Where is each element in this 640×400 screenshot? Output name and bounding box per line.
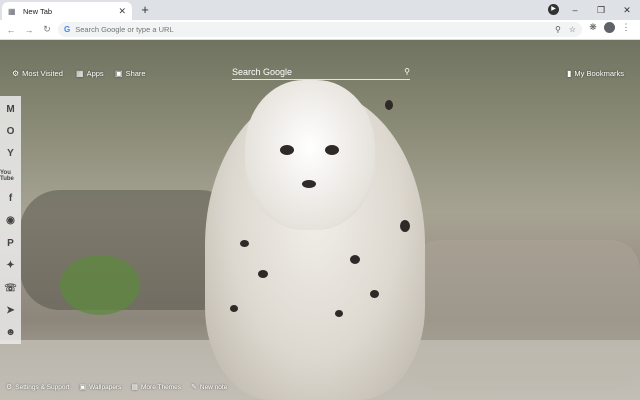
share-link[interactable]: ▣ Share — [115, 69, 146, 78]
minimize-button[interactable]: – — [562, 5, 588, 15]
apps-grid-icon: ▦ — [76, 69, 84, 78]
wallpaper-icon: ▣ — [79, 384, 87, 391]
back-icon[interactable]: ← — [2, 25, 20, 35]
pinterest-icon[interactable]: P — [0, 232, 21, 254]
window-controls: – ❐ ✕ — [562, 0, 640, 20]
leopard-spot — [240, 240, 249, 247]
forward-icon[interactable]: → — [20, 25, 38, 35]
wallpaper-background — [0, 40, 640, 400]
themes-icon: ▦ — [131, 384, 139, 391]
browser-toolbar: ← → ↻ G ⚲ ☆ ❋ ⋮ — [0, 20, 640, 40]
twitter-icon[interactable]: ✦ — [0, 255, 21, 277]
telegram-icon[interactable]: ➤ — [0, 299, 21, 321]
wallpapers-label: Wallpapers — [89, 383, 122, 391]
profile-icon[interactable] — [604, 22, 615, 33]
settings-label: Settings & Support — [15, 383, 70, 391]
leopard-spot — [370, 290, 379, 298]
yahoo-icon[interactable]: Y — [0, 143, 21, 165]
zoom-icon[interactable]: ⚲ — [555, 25, 561, 34]
omnibox[interactable]: G ⚲ ☆ — [58, 22, 582, 37]
note-icon: ✎ — [191, 384, 197, 391]
wallpapers-button[interactable]: ▣ Wallpapers — [79, 383, 122, 392]
new-note-label: New note — [199, 383, 228, 391]
new-note-button[interactable]: ✎ New note — [191, 383, 228, 392]
tab-title: New Tab — [23, 6, 53, 16]
plant-shape — [60, 255, 140, 315]
restore-button[interactable]: ❐ — [588, 5, 614, 16]
leopard-spot — [385, 100, 393, 110]
youtube-icon[interactable]: You Tube — [0, 165, 21, 187]
apps-label: Apps — [86, 69, 104, 78]
star-icon[interactable]: ☆ — [569, 25, 576, 34]
share-label: Share — [125, 69, 146, 78]
search-icon[interactable]: ⚲ — [404, 67, 410, 76]
leopard-spot — [335, 310, 343, 317]
share-icon: ▣ — [115, 69, 123, 78]
bookmarks-link[interactable]: ▮ My Bookmarks — [567, 69, 624, 78]
reload-icon[interactable]: ↻ — [38, 24, 56, 35]
menu-icon[interactable]: ⋮ — [618, 22, 634, 33]
leopard-eye — [325, 145, 339, 155]
leopard-spot — [258, 270, 268, 278]
leopard-spot — [350, 255, 360, 264]
leopard-spot — [400, 220, 410, 232]
leopard-eye — [280, 145, 294, 155]
new-tab-icon: ▦ — [8, 6, 16, 16]
new-tab-button[interactable]: + — [138, 3, 152, 17]
apps-link[interactable]: ▦ Apps — [76, 69, 104, 78]
search-box[interactable]: ⚲ — [232, 64, 410, 80]
snow-leopard-head — [245, 80, 375, 230]
reddit-icon[interactable]: ☻ — [0, 322, 21, 344]
whatsapp-icon[interactable]: ☏ — [0, 277, 21, 299]
social-sidebar: M O Y You Tube f ◉ P ✦ ☏ ➤ ☻ — [0, 96, 21, 344]
close-tab-icon[interactable]: ✕ — [118, 6, 126, 17]
google-icon: G — [64, 25, 71, 34]
gmail-icon[interactable]: M — [0, 98, 21, 120]
search-input[interactable] — [232, 66, 405, 77]
settings-support-button[interactable]: ⚙ Settings & Support — [6, 383, 70, 392]
gear-icon: ⚙ — [6, 384, 13, 391]
bottom-bar: ⚙ Settings & Support ▣ Wallpapers ▦ More… — [6, 383, 237, 392]
facebook-icon[interactable]: f — [0, 187, 21, 209]
tab-new-tab[interactable]: ▦ New Tab ✕ — [2, 2, 132, 20]
more-themes-button[interactable]: ▦ More Themes — [131, 383, 181, 392]
close-window-button[interactable]: ✕ — [614, 5, 640, 16]
media-control-icon[interactable]: ▶ — [548, 4, 559, 15]
more-themes-label: More Themes — [141, 383, 181, 391]
most-visited-icon: ⚙ — [12, 69, 20, 78]
tab-strip: ▦ New Tab ✕ + ▶ – ❐ ✕ — [0, 0, 640, 20]
bookmark-icon: ▮ — [567, 69, 572, 78]
omnibox-input[interactable] — [75, 25, 547, 34]
bookmarks-label: My Bookmarks — [574, 69, 624, 78]
toolbar-right: ❋ ⋮ — [585, 22, 634, 33]
leopard-nose — [302, 180, 316, 188]
most-visited-label: Most Visited — [22, 69, 63, 78]
outlook-icon[interactable]: O — [0, 120, 21, 142]
instagram-icon[interactable]: ◉ — [0, 210, 21, 232]
extensions-icon[interactable]: ❋ — [585, 22, 601, 33]
leopard-spot — [230, 305, 238, 312]
most-visited-link[interactable]: ⚙ Most Visited — [12, 69, 63, 78]
